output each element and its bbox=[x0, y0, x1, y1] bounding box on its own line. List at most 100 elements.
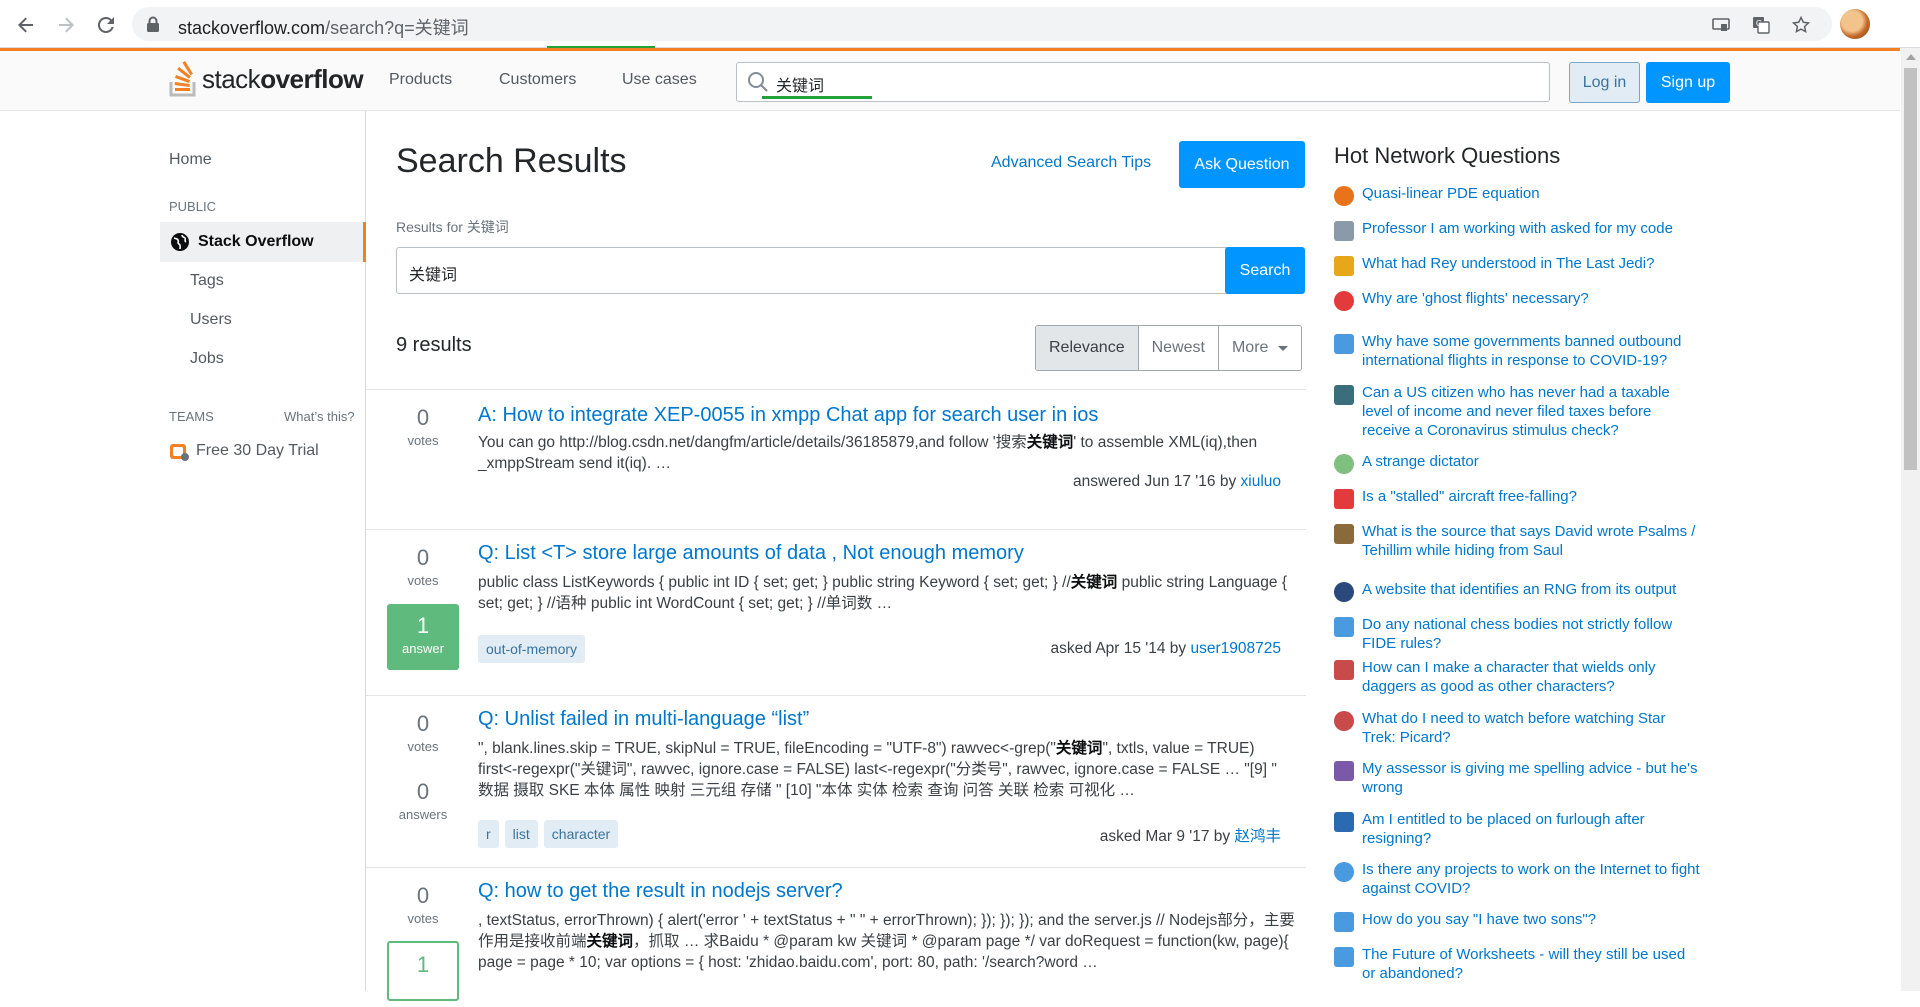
sidebar-section-teams: TEAMS bbox=[169, 409, 214, 424]
cast-icon[interactable] bbox=[1710, 14, 1732, 36]
result-meta: asked Mar 9 '17 by 赵鸿丰 bbox=[1099, 828, 1281, 845]
hot-question-link[interactable]: What is the source that says David wrote… bbox=[1362, 522, 1702, 560]
signup-button[interactable]: Sign up bbox=[1646, 62, 1730, 103]
lock-icon bbox=[147, 16, 159, 32]
sort-newest-tab[interactable]: Newest bbox=[1137, 326, 1218, 370]
profile-avatar[interactable] bbox=[1840, 9, 1870, 39]
sidebar-item-free-trial[interactable]: Free 30 Day Trial bbox=[169, 441, 319, 461]
answer-count-badge: 1 bbox=[387, 941, 459, 1001]
nav-products[interactable]: Products bbox=[389, 71, 452, 89]
site-favicon-icon bbox=[1334, 221, 1354, 241]
ask-question-button[interactable]: Ask Question bbox=[1179, 141, 1305, 188]
free-trial-label: Free 30 Day Trial bbox=[196, 442, 319, 459]
hot-question-link[interactable]: Is a "stalled" aircraft free-falling? bbox=[1362, 487, 1702, 506]
header-search-value: 关键词 bbox=[776, 78, 825, 95]
sort-more-dropdown[interactable]: More bbox=[1217, 326, 1302, 370]
hot-question-link[interactable]: Why are 'ghost flights' necessary? bbox=[1362, 289, 1702, 308]
bookmark-star-icon[interactable] bbox=[1790, 14, 1812, 36]
teams-whats-this-link[interactable]: What’s this? bbox=[284, 409, 355, 424]
site-favicon-icon bbox=[1334, 454, 1354, 474]
sort-relevance-tab[interactable]: Relevance bbox=[1036, 326, 1138, 370]
stackoverflow-logo[interactable]: stackoverflow bbox=[169, 61, 364, 97]
translate-icon[interactable]: G bbox=[1750, 14, 1772, 36]
hot-question-link[interactable]: What had Rey understood in The Last Jedi… bbox=[1362, 254, 1702, 273]
hot-question-link[interactable]: Professor I am working with asked for my… bbox=[1362, 219, 1702, 238]
tag-character[interactable]: character bbox=[543, 820, 619, 848]
main-search-input[interactable]: 关键词 bbox=[396, 247, 1245, 294]
browser-toolbar: stackoverflow.com/search?q=关键词 G bbox=[0, 0, 1920, 49]
scrollbar-thumb[interactable] bbox=[1904, 68, 1917, 470]
result-user-link[interactable]: xiuluo bbox=[1241, 473, 1282, 490]
site-favicon-icon bbox=[1334, 256, 1354, 276]
hot-question-link[interactable]: My assessor is giving me spelling advice… bbox=[1362, 759, 1702, 797]
hot-question-link[interactable]: How can I make a character that wields o… bbox=[1362, 658, 1702, 696]
login-button[interactable]: Log in bbox=[1569, 62, 1640, 103]
nav-customers[interactable]: Customers bbox=[499, 71, 576, 89]
results-for-label: Results for 关键词 bbox=[396, 219, 509, 235]
result-title-link[interactable]: Q: Unlist failed in multi-language “list… bbox=[478, 708, 809, 731]
tag-out-of-memory[interactable]: out-of-memory bbox=[478, 635, 586, 663]
result-title-link[interactable]: Q: how to get the result in nodejs serve… bbox=[478, 880, 843, 903]
hot-question-link[interactable]: Can a US citizen who has never had a tax… bbox=[1362, 383, 1702, 440]
vertical-scrollbar[interactable] bbox=[1901, 48, 1920, 991]
hot-question-link[interactable]: Why have some governments banned outboun… bbox=[1362, 332, 1702, 370]
url-text: stackoverflow.com/search?q=关键词 bbox=[178, 18, 469, 38]
sidebar-item-tags[interactable]: Tags bbox=[190, 272, 224, 290]
result-title-link[interactable]: A: How to integrate XEP-0055 in xmpp Cha… bbox=[478, 404, 1098, 427]
result-title-link[interactable]: Q: List <T> store large amounts of data … bbox=[478, 542, 1024, 565]
result-user-link[interactable]: 赵鸿丰 bbox=[1234, 828, 1281, 845]
hot-question-link[interactable]: What do I need to watch before watching … bbox=[1362, 709, 1702, 747]
hot-question-link[interactable]: How do you say "I have two sons"? bbox=[1362, 910, 1702, 929]
result-user-link[interactable]: user1908725 bbox=[1191, 640, 1282, 657]
sidebar-item-home[interactable]: Home bbox=[169, 151, 212, 169]
site-header: stackoverflow Products Customers Use cas… bbox=[0, 51, 1900, 111]
site-favicon-icon bbox=[1334, 761, 1354, 781]
svg-text:G: G bbox=[1756, 19, 1762, 28]
search-button[interactable]: Search bbox=[1225, 247, 1305, 294]
answer-count-badge: 1 answer bbox=[387, 604, 459, 670]
site-favicon-icon bbox=[1334, 186, 1354, 206]
search-result: 0 votes A: How to integrate XEP-0055 in x… bbox=[366, 389, 1306, 529]
search-icon bbox=[748, 72, 768, 92]
result-meta: asked Apr 15 '14 by user1908725 bbox=[1050, 640, 1282, 657]
hot-network-title: Hot Network Questions bbox=[1334, 143, 1561, 168]
vote-count: 0 votes bbox=[407, 545, 439, 588]
reload-icon[interactable] bbox=[92, 11, 120, 39]
search-annotation-underline bbox=[762, 96, 872, 99]
left-sidebar: Home PUBLIC Stack Overflow Tags Users Jo… bbox=[160, 111, 366, 991]
advanced-search-tips-link[interactable]: Advanced Search Tips bbox=[991, 154, 1151, 172]
vote-count: 0 votes bbox=[407, 405, 439, 448]
sidebar-item-stack-overflow[interactable]: Stack Overflow bbox=[160, 222, 366, 262]
caret-down-icon bbox=[1278, 345, 1289, 351]
result-excerpt: , textStatus, errorThrown) { alert('erro… bbox=[478, 912, 1295, 971]
site-favicon-icon bbox=[1334, 489, 1354, 509]
sort-more-label: More bbox=[1231, 339, 1269, 356]
site-favicon-icon bbox=[1334, 582, 1354, 602]
hot-question-link[interactable]: The Future of Worksheets - will they sti… bbox=[1362, 945, 1702, 983]
sort-tabs: Relevance Newest More bbox=[1035, 325, 1303, 371]
site-favicon-icon bbox=[1334, 385, 1354, 405]
site-favicon-icon bbox=[1334, 660, 1354, 680]
hot-question-link[interactable]: Quasi-linear PDE equation bbox=[1362, 184, 1702, 203]
header-search-input[interactable]: 关键词 bbox=[736, 62, 1550, 102]
search-result: 0 votes 1 Q: how to get the result in nod… bbox=[366, 867, 1306, 1007]
address-bar[interactable]: stackoverflow.com/search?q=关键词 G bbox=[132, 7, 1832, 49]
site-favicon-icon bbox=[1334, 862, 1354, 882]
result-tags: out-of-memory bbox=[478, 635, 586, 663]
scroll-up-arrow-icon[interactable] bbox=[1906, 54, 1916, 60]
tag-r[interactable]: r bbox=[478, 820, 499, 848]
result-excerpt: public class ListKeywords { public int I… bbox=[478, 574, 1288, 612]
sidebar-section-public: PUBLIC bbox=[169, 199, 216, 214]
hot-question-link[interactable]: A website that identifies an RNG from it… bbox=[1362, 580, 1702, 599]
back-arrow-icon[interactable] bbox=[12, 11, 40, 39]
hot-question-link[interactable]: Is there any projects to work on the Int… bbox=[1362, 860, 1702, 898]
hot-question-link[interactable]: Am I entitled to be placed on furlough a… bbox=[1362, 810, 1702, 848]
sidebar-item-users[interactable]: Users bbox=[190, 311, 232, 329]
forward-arrow-icon[interactable] bbox=[52, 11, 80, 39]
teams-briefcase-icon bbox=[170, 444, 189, 461]
sidebar-item-jobs[interactable]: Jobs bbox=[190, 350, 224, 368]
hot-question-link[interactable]: Do any national chess bodies not strictl… bbox=[1362, 615, 1702, 653]
hot-question-link[interactable]: A strange dictator bbox=[1362, 452, 1702, 471]
nav-use-cases[interactable]: Use cases bbox=[622, 71, 697, 89]
tag-list[interactable]: list bbox=[504, 820, 538, 848]
